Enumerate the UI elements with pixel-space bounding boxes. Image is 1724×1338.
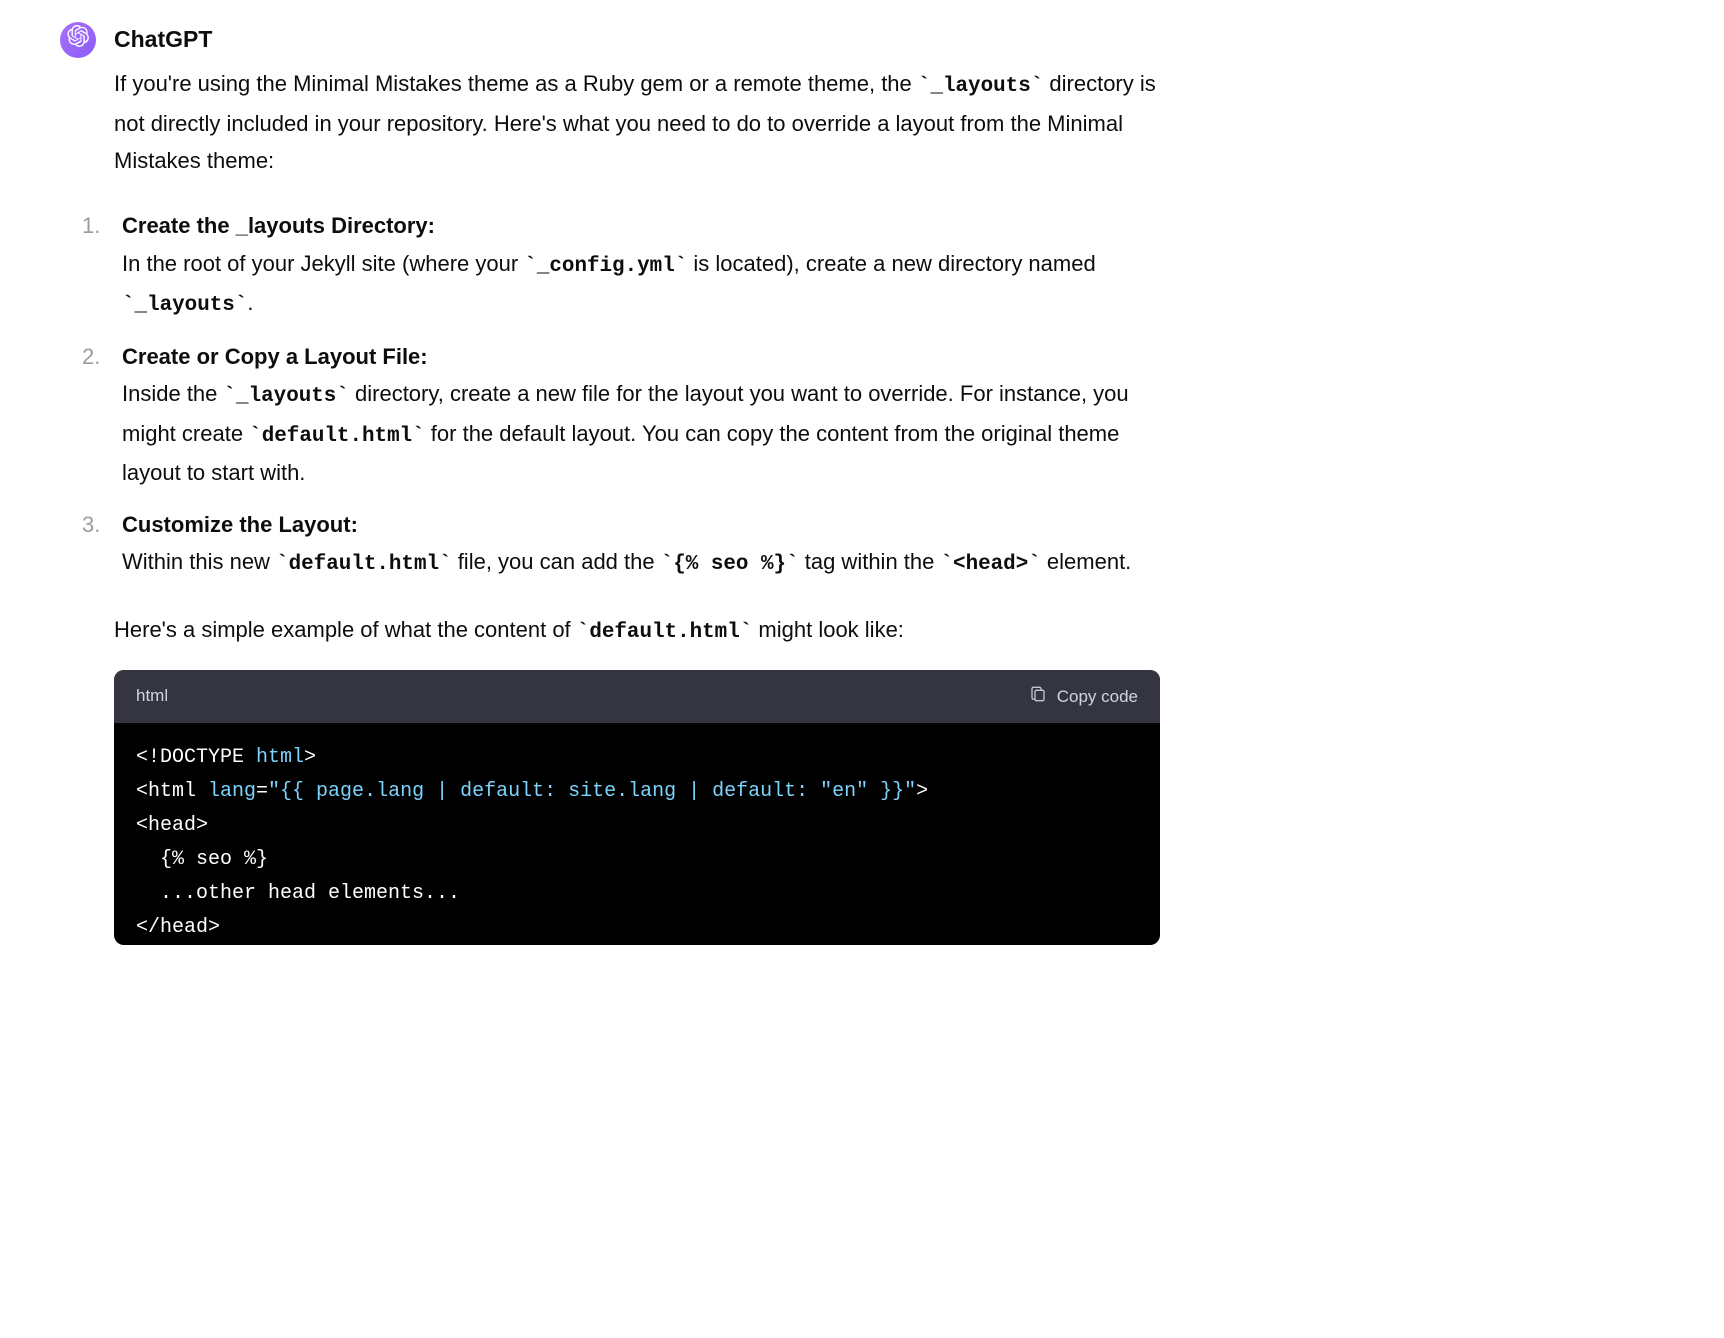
intro-paragraph: If you're using the Minimal Mistakes the… [114, 65, 1160, 179]
intro-text-1: If you're using the Minimal Mistakes the… [114, 71, 918, 96]
assistant-message: ChatGPT If you're using the Minimal Mist… [60, 20, 1160, 945]
code-block: html Copy code <!DOCTYPE html> <html lan… [114, 670, 1160, 945]
clipboard-icon [1029, 685, 1047, 708]
outro-paragraph: Here's a simple example of what the cont… [114, 611, 1160, 651]
step-2-body: Inside the `_layouts` directory, create … [122, 381, 1129, 485]
assistant-avatar [60, 22, 96, 58]
code-header: html Copy code [114, 670, 1160, 723]
step-3-body: Within this new `default.html` file, you… [122, 549, 1131, 574]
step-3-title: Customize the Layout: [122, 512, 358, 537]
steps-list: Create the _layouts Directory: In the ro… [82, 207, 1160, 582]
copy-code-label: Copy code [1057, 687, 1138, 707]
code-body[interactable]: <!DOCTYPE html> <html lang="{{ page.lang… [114, 723, 1160, 945]
step-1-title: Create the _layouts Directory: [122, 213, 435, 238]
step-1: Create the _layouts Directory: In the ro… [82, 207, 1160, 323]
code-language-label: html [136, 682, 168, 711]
author-name: ChatGPT [114, 20, 1160, 59]
intro-code-1: `_layouts` [918, 75, 1043, 98]
openai-logo-icon [67, 21, 89, 58]
copy-code-button[interactable]: Copy code [1029, 685, 1138, 708]
step-1-body: In the root of your Jekyll site (where y… [122, 251, 1096, 316]
step-2-title: Create or Copy a Layout File: [122, 344, 428, 369]
step-2: Create or Copy a Layout File: Inside the… [82, 338, 1160, 492]
step-3: Customize the Layout: Within this new `d… [82, 506, 1160, 583]
message-content: ChatGPT If you're using the Minimal Mist… [114, 20, 1160, 945]
